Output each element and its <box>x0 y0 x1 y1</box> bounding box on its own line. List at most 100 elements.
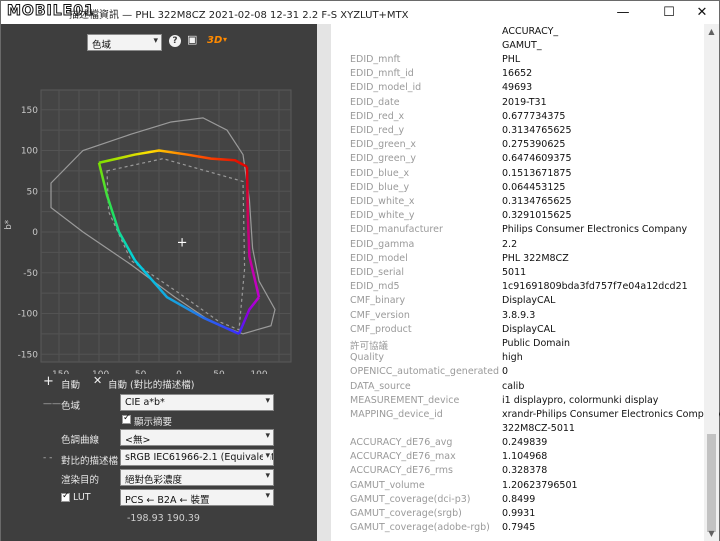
info-key: GAMUT_coverage(srgb) <box>350 508 462 519</box>
info-key: EDID_mnft_id <box>350 68 414 80</box>
info-key: EDID_blue_y <box>350 181 410 193</box>
info-value: 0.328378 <box>502 465 548 477</box>
info-key: EDID_date <box>350 96 400 108</box>
vertical-scrollbar[interactable]: ▲ ▼ <box>704 24 719 541</box>
rendering-intent-select[interactable]: 絕對色彩濃度 ▾ <box>120 469 274 486</box>
solid-line-icon: —— <box>43 399 61 409</box>
zoom-in-label[interactable]: 自動 <box>61 377 80 391</box>
info-key: EDID_md5 <box>350 281 400 293</box>
gamut-panel: 色域 ▾ ? ▣ 3D ▾ -150 -100 -50 0 50 100 150 100 50 0… <box>1 24 317 541</box>
plus-icon[interactable]: + <box>43 374 54 389</box>
x-tick-label: -50 <box>132 370 147 374</box>
lut-label: LUT <box>73 492 91 503</box>
dashed-line-icon: - - <box>43 453 53 463</box>
info-value: high <box>502 352 523 364</box>
info-key: GAMUT_coverage(adobe-rgb) <box>350 522 490 534</box>
info-value: Public Domain <box>502 338 570 349</box>
tone-curve-select[interactable]: <無> ▾ <box>120 429 274 446</box>
y-tick-label: -100 <box>18 310 39 320</box>
close-icon[interactable]: ✕ <box>93 374 102 387</box>
compare-profile-select[interactable]: sRGB IEC61966-2.1 (Equivalent to ▾ <box>120 449 274 466</box>
info-key: DATA_source <box>350 380 411 392</box>
title-bar: MOBILE01 描述檔資訊 — PHL 322M8CZ 2021-02-08 … <box>1 1 719 24</box>
info-key: GAMUT_coverage(dci-p3) <box>350 493 471 505</box>
info-value: 2019-T31 <box>502 96 547 108</box>
info-value: 49693 <box>502 82 533 94</box>
3d-view-button[interactable]: 3D <box>207 35 222 46</box>
y-tick-label: 150 <box>21 106 38 116</box>
gamut-label: 色域 <box>61 401 81 412</box>
info-value: 0 <box>502 366 509 378</box>
info-key: MAPPING_device_id <box>350 409 443 420</box>
close-button[interactable]: ✕ <box>685 1 719 24</box>
info-key: OPENICC_automatic_generated <box>350 366 499 378</box>
gamut-select[interactable]: CIE a*b* ▾ <box>120 394 274 411</box>
cursor-coordinates: -198.93 190.39 <box>127 513 200 524</box>
info-value: 2.2 <box>502 238 518 250</box>
info-value: 0.677734375 <box>502 110 566 122</box>
rendering-intent-value: 絕對色彩濃度 <box>125 475 183 486</box>
info-key: EDID_red_y <box>350 125 405 136</box>
lut-select[interactable]: PCS ← B2A ← 裝置 ▾ <box>120 489 274 506</box>
y-axis-label: b* <box>4 219 14 230</box>
info-key: EDID_blue_x <box>350 167 410 179</box>
plot-grid <box>40 89 292 363</box>
info-key: EDID_white_y <box>350 210 415 222</box>
y-tick-label: 50 <box>27 187 39 197</box>
info-value: 0.3291015625 <box>502 210 572 222</box>
panel-splitter[interactable] <box>317 24 331 541</box>
info-value: PHL <box>502 54 521 65</box>
tone-curve-select-value: <無> <box>125 435 151 446</box>
info-key: ACCURACY_dE76_max <box>350 451 456 463</box>
info-value: DisplayCAL <box>502 323 556 335</box>
info-value: Philips Consumer Electronics Company <box>502 224 688 236</box>
show-summary-checkbox[interactable] <box>122 413 131 424</box>
info-value: 0.9931 <box>502 508 536 519</box>
minimize-button[interactable]: — <box>600 1 646 24</box>
scrollbar-thumb[interactable] <box>707 434 716 532</box>
info-key: MEASUREMENT_device <box>350 394 460 406</box>
info-value: 0.064453125 <box>502 181 566 193</box>
info-key: CMF_product <box>350 323 412 335</box>
info-value: 5011 <box>502 267 527 278</box>
info-value: 0.249839 <box>502 437 548 448</box>
y-tick-label: 100 <box>21 147 38 157</box>
scroll-down-arrow[interactable]: ▼ <box>704 529 719 538</box>
lut-checkbox[interactable] <box>61 491 70 502</box>
info-value: 0.1513671875 <box>502 167 572 179</box>
gamut-plot[interactable]: -150-100-50050100150100500-50-100-150 a*… <box>1 54 317 374</box>
info-value: 0.3134765625 <box>502 125 572 136</box>
info-value: DisplayCAL <box>502 295 556 307</box>
white-point-crosshair: + <box>177 236 188 251</box>
info-key: EDID_mnft <box>350 54 401 65</box>
x-tick-label: 50 <box>213 370 225 374</box>
help-icon[interactable]: ? <box>169 35 181 47</box>
info-key: EDID_green_y <box>350 153 416 165</box>
info-value: 1c91691809bda3fd757f7e04a12dcd21 <box>502 281 688 293</box>
info-key: EDID_red_x <box>350 110 405 122</box>
chevron-down-icon: ▾ <box>265 396 270 406</box>
info-key: EDID_white_x <box>350 196 415 207</box>
show-summary-label: 顯示摘要 <box>134 417 173 428</box>
y-tick-label: -50 <box>23 269 38 279</box>
info-key: Quality <box>350 352 384 364</box>
x-tick-label: 100 <box>250 370 267 374</box>
view-select[interactable]: 色域 ▾ <box>87 34 162 51</box>
chevron-down-icon: ▾ <box>265 491 270 501</box>
info-key: CMF_binary <box>350 295 406 307</box>
zoom-out-label[interactable]: 自動 (對比的描述檔) <box>108 377 194 391</box>
info-key: EDID_serial <box>350 267 404 278</box>
info-value: 3.8.9.3 <box>502 309 536 321</box>
info-value: PHL 322M8CZ <box>502 252 569 264</box>
info-value: 0.3134765625 <box>502 196 572 207</box>
image-icon[interactable]: ▣ <box>187 33 197 46</box>
info-continuation-line: 322M8CZ-5011 <box>502 423 575 434</box>
info-value: 1.20623796501 <box>502 479 578 491</box>
chevron-down-icon[interactable]: ▾ <box>223 35 227 44</box>
gamut-select-value: CIE a*b* <box>125 397 165 408</box>
info-value: 1.104968 <box>502 451 548 463</box>
window-title: 描述檔資訊 — PHL 322M8CZ 2021-02-08 12-31 2.2… <box>69 10 409 21</box>
x-tick-label: 0 <box>176 370 182 374</box>
scroll-up-arrow[interactable]: ▲ <box>704 27 719 36</box>
info-value: 0.6474609375 <box>502 153 572 165</box>
